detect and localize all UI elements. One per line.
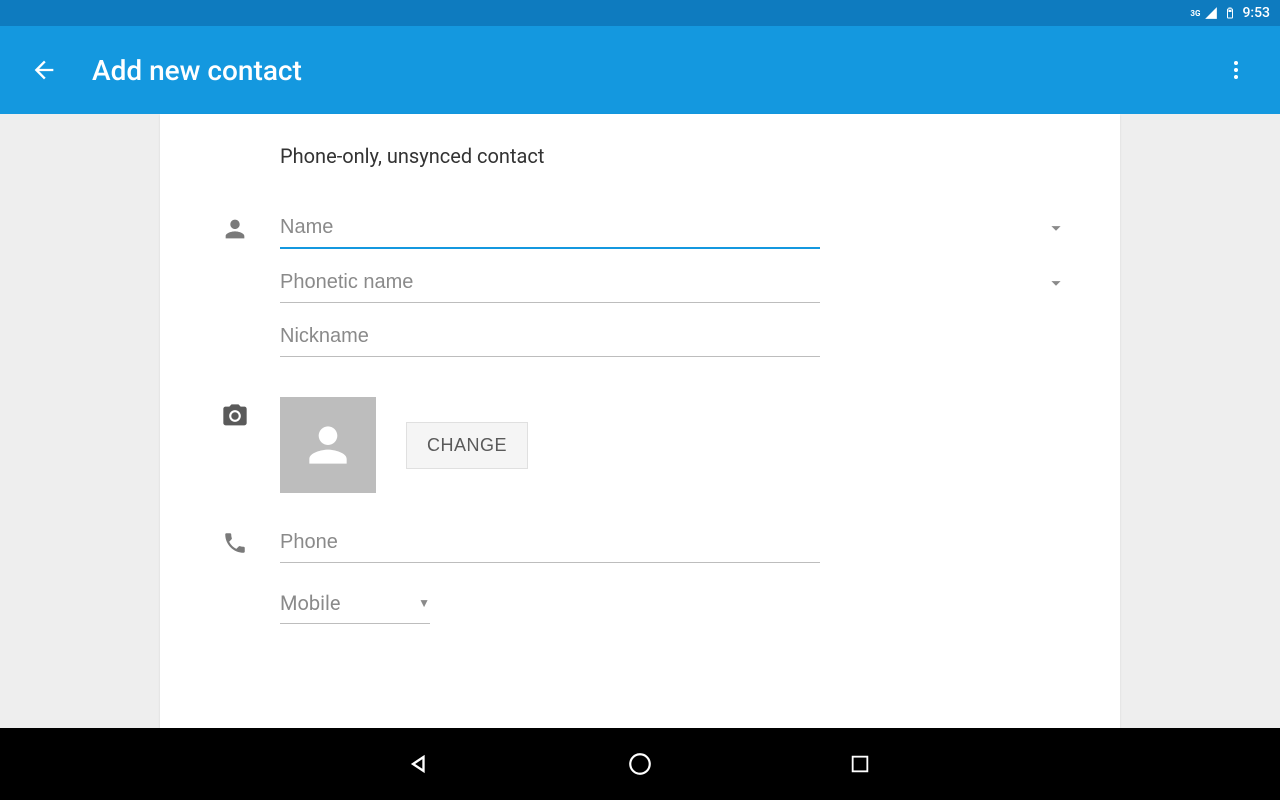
nickname-input[interactable] [280, 317, 820, 357]
person-icon [220, 214, 250, 244]
photo-row: CHANGE [220, 397, 1060, 493]
nickname-row [220, 317, 1060, 357]
battery-icon [1224, 5, 1236, 21]
phone-icon [220, 528, 250, 558]
nav-recents-icon [849, 753, 871, 775]
more-vert-icon [1224, 58, 1248, 82]
app-bar: Add new contact [0, 26, 1280, 114]
phone-type-select[interactable]: Mobile ▼ [280, 583, 430, 624]
chevron-down-icon [1045, 217, 1067, 239]
arrow-back-icon [30, 56, 58, 84]
camera-icon [220, 401, 250, 431]
phone-type-value: Mobile [280, 591, 340, 615]
nav-home-icon [627, 751, 653, 777]
status-bar: 3G 9:53 [0, 0, 1280, 26]
name-input[interactable] [280, 208, 820, 249]
signal-icon [1204, 6, 1218, 20]
overflow-menu-button[interactable] [1216, 50, 1256, 90]
nav-back-icon [406, 750, 434, 778]
content-area: Phone-only, unsynced contact [0, 114, 1280, 728]
phone-input[interactable] [280, 523, 820, 563]
network-3g-label: 3G [1190, 9, 1200, 18]
phone-row [220, 523, 1060, 563]
phonetic-row [220, 263, 1060, 303]
chevron-down-icon [1045, 272, 1067, 294]
contact-storage-label: Phone-only, unsynced contact [280, 144, 1060, 168]
phone-type-row: Mobile ▼ [220, 583, 1060, 624]
avatar-icon [300, 417, 356, 473]
name-row [220, 208, 1060, 249]
form-card: Phone-only, unsynced contact [160, 114, 1120, 728]
avatar-placeholder[interactable] [280, 397, 376, 493]
system-nav-bar [0, 728, 1280, 800]
clock: 9:53 [1242, 5, 1270, 21]
phonetic-name-input[interactable] [280, 263, 820, 303]
expand-name-button[interactable] [1042, 214, 1070, 242]
page-title: Add new contact [92, 54, 1188, 87]
change-photo-button[interactable]: CHANGE [406, 422, 528, 469]
nav-home-button[interactable] [620, 744, 660, 784]
nav-recents-button[interactable] [840, 744, 880, 784]
back-button[interactable] [24, 50, 64, 90]
dropdown-caret-icon: ▼ [418, 596, 430, 610]
expand-phonetic-button[interactable] [1042, 269, 1070, 297]
network-indicator: 3G [1190, 6, 1218, 20]
nav-back-button[interactable] [400, 744, 440, 784]
